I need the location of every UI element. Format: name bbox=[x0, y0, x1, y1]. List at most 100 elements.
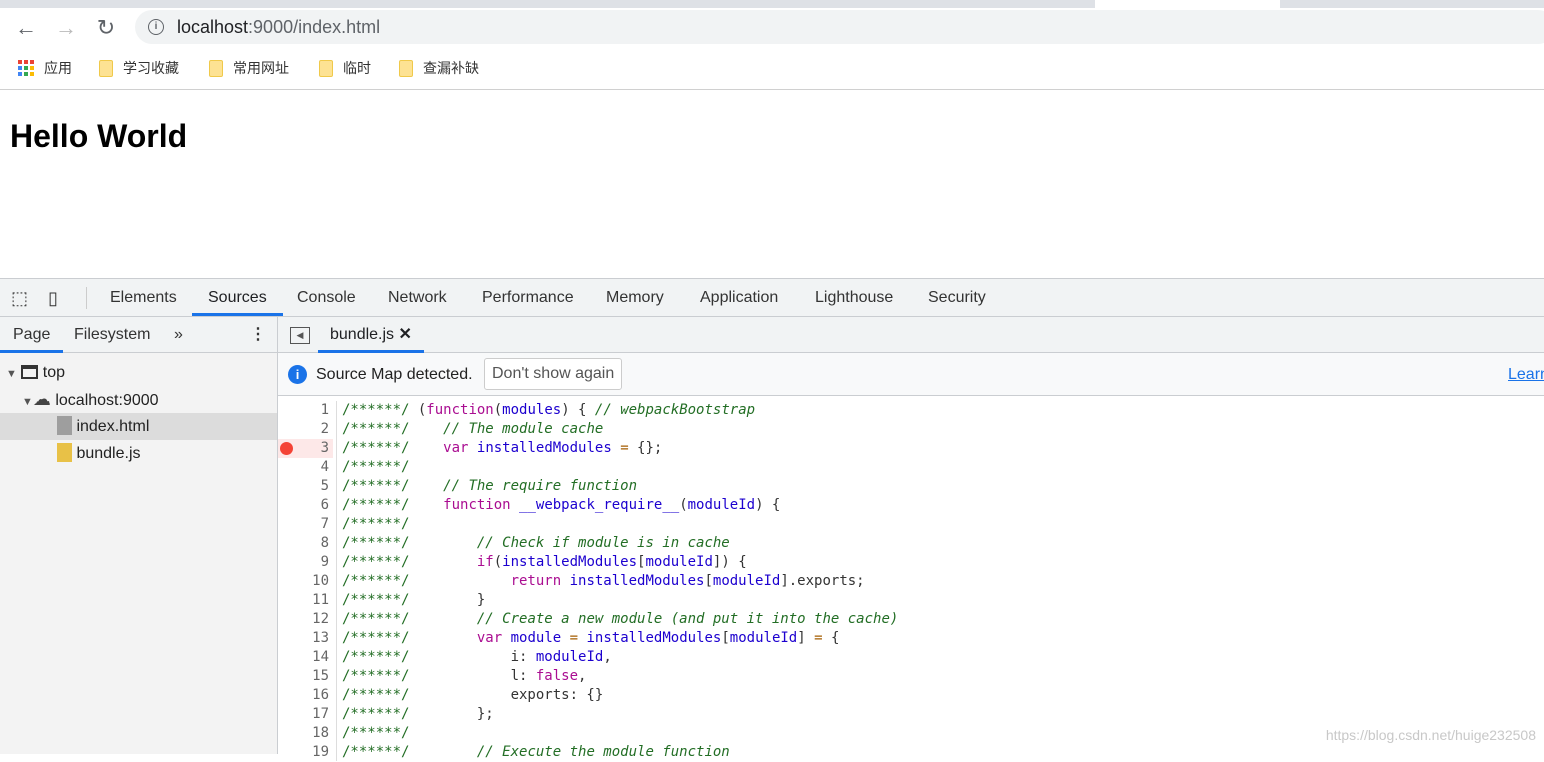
sourcemap-message: Source Map detected. bbox=[316, 366, 473, 383]
tree-item-index[interactable]: index.html bbox=[0, 413, 277, 440]
code-token: ]) { bbox=[712, 554, 747, 570]
code-line: 5 /******/ // The require function bbox=[278, 477, 1544, 496]
code-token: installedModules bbox=[586, 630, 722, 646]
code-token: , bbox=[578, 668, 587, 684]
tab-lighthouse[interactable]: Lighthouse bbox=[815, 279, 893, 316]
code-editor[interactable]: 1/******/ (function(modules) { // webpac… bbox=[278, 401, 1544, 762]
line-number[interactable]: 16 bbox=[278, 686, 333, 705]
code-token: l: bbox=[417, 668, 536, 684]
devtools-tabs: ⬚ ▯ Elements Sources Console Network Perform… bbox=[0, 279, 1544, 317]
menu-icon[interactable]: ⋮ bbox=[250, 317, 266, 353]
line-number[interactable]: 2 bbox=[278, 420, 333, 439]
tab-console[interactable]: Console bbox=[297, 279, 356, 316]
line-number[interactable]: 14 bbox=[278, 648, 333, 667]
more-tabs-icon[interactable]: » bbox=[174, 317, 183, 353]
back-icon[interactable]: ← bbox=[12, 14, 40, 42]
bookmark-folder[interactable]: 查漏补缺 bbox=[399, 58, 479, 78]
inspect-element-icon[interactable]: ⬚ bbox=[11, 279, 28, 316]
line-number[interactable]: 7 bbox=[278, 515, 333, 534]
line-number[interactable]: 15 bbox=[278, 667, 333, 686]
bookmark-folder[interactable]: 学习收藏 bbox=[99, 58, 179, 78]
tab-performance[interactable]: Performance bbox=[482, 279, 574, 316]
close-icon[interactable]: ✕ bbox=[399, 326, 412, 343]
tab-elements[interactable]: Elements bbox=[110, 279, 177, 316]
tab-security[interactable]: Security bbox=[928, 279, 986, 316]
line-number[interactable]: 8 bbox=[278, 534, 333, 553]
tree-item-bundle[interactable]: bundle.js bbox=[0, 440, 277, 467]
bookmark-apps[interactable]: 应用 bbox=[18, 58, 72, 78]
gutter-comment: /******/ bbox=[342, 668, 418, 684]
line-number[interactable]: 18 bbox=[278, 724, 333, 743]
code-text: /******/ // Create a new module (and put… bbox=[342, 610, 898, 629]
tab-application[interactable]: Application bbox=[700, 279, 778, 316]
tab-filesystem[interactable]: Filesystem bbox=[74, 317, 150, 353]
code-text: /******/ i: moduleId, bbox=[342, 648, 612, 667]
forward-icon[interactable]: → bbox=[52, 14, 80, 42]
line-number[interactable]: 6 bbox=[278, 496, 333, 515]
address-bar[interactable]: i localhost:9000/index.html bbox=[135, 10, 1544, 44]
expand-arrow-icon[interactable]: ▼ bbox=[6, 368, 17, 380]
frame-icon bbox=[21, 365, 39, 379]
bookmark-folder[interactable]: 常用网址 bbox=[209, 58, 289, 78]
active-browser-tab[interactable] bbox=[1095, 0, 1280, 8]
code-line: 15 /******/ l: false, bbox=[278, 667, 1544, 686]
gutter-comment: /******/ bbox=[342, 516, 418, 532]
code-text: /******/ var module = installedModules[m… bbox=[342, 629, 839, 648]
code-token: exports: {} bbox=[417, 687, 604, 703]
toggle-navigator-icon[interactable]: ◀ bbox=[290, 327, 310, 344]
expand-arrow-icon[interactable]: ▼ bbox=[22, 396, 33, 408]
breakpoint-icon[interactable] bbox=[280, 442, 293, 455]
tab-memory[interactable]: Memory bbox=[606, 279, 664, 316]
line-number[interactable]: 12 bbox=[278, 610, 333, 629]
line-number[interactable]: 10 bbox=[278, 572, 333, 591]
device-toolbar-icon[interactable]: ▯ bbox=[48, 279, 58, 316]
file-tabs: ◀ bundle.js ✕ bbox=[278, 317, 1544, 353]
info-icon[interactable]: i bbox=[148, 19, 164, 35]
code-token: // Check if module is in cache bbox=[476, 535, 730, 551]
code-token: moduleId bbox=[645, 554, 713, 570]
learn-more-link[interactable]: Learn bbox=[1508, 366, 1544, 384]
file-icon bbox=[57, 416, 72, 435]
line-number[interactable]: 13 bbox=[278, 629, 333, 648]
gutter-comment: /******/ bbox=[342, 535, 418, 551]
code-token: modules bbox=[502, 402, 562, 418]
bookmark-folder[interactable]: 临时 bbox=[319, 58, 371, 78]
code-token: , bbox=[603, 649, 612, 665]
code-line: 2 /******/ // The module cache bbox=[278, 420, 1544, 439]
devtools: ⬚ ▯ Elements Sources Console Network Perform… bbox=[0, 278, 1544, 761]
code-text: /******/ var installedModules = {}; bbox=[342, 439, 662, 458]
line-number[interactable]: 4 bbox=[278, 458, 333, 477]
code-line: 12 /******/ // Create a new module (and p… bbox=[278, 610, 1544, 629]
url-text[interactable]: localhost:9000/index.html bbox=[177, 17, 380, 38]
gutter-comment: /******/ bbox=[342, 440, 418, 456]
code-token: // Execute the module function bbox=[476, 744, 730, 760]
tree-item-host[interactable]: ▼☁ localhost:9000 bbox=[0, 386, 277, 413]
line-number[interactable]: 1 bbox=[278, 401, 333, 420]
reload-icon[interactable]: ↻ bbox=[92, 14, 120, 42]
code-line: 6 /******/ function __webpack_require__(m… bbox=[278, 496, 1544, 515]
code-text: /******/ // The require function bbox=[342, 477, 637, 496]
tab-network[interactable]: Network bbox=[388, 279, 447, 316]
code-line: 17 /******/ }; bbox=[278, 705, 1544, 724]
code-token: function bbox=[443, 497, 511, 513]
code-token: false bbox=[535, 668, 579, 684]
gutter-comment: /******/ bbox=[342, 573, 418, 589]
editor-pane: ◀ bundle.js ✕ i Source Map detected. Don… bbox=[278, 317, 1544, 761]
code-line: 8 /******/ // Check if module is in cache bbox=[278, 534, 1544, 553]
dont-show-again-button[interactable]: Don't show again bbox=[484, 358, 623, 390]
code-text: /******/ bbox=[342, 515, 418, 534]
file-tab-bundle[interactable]: bundle.js ✕ bbox=[318, 317, 424, 353]
tab-sources[interactable]: Sources bbox=[192, 279, 283, 316]
line-number[interactable]: 17 bbox=[278, 705, 333, 724]
gutter-comment: /******/ bbox=[342, 554, 418, 570]
line-number[interactable]: 5 bbox=[278, 477, 333, 496]
tree-item-top[interactable]: ▼ top bbox=[0, 359, 277, 386]
line-number[interactable]: 3 bbox=[278, 439, 333, 458]
code-token: [ bbox=[721, 630, 730, 646]
tab-page[interactable]: Page bbox=[0, 317, 64, 353]
line-number[interactable]: 11 bbox=[278, 591, 333, 610]
line-number[interactable]: 9 bbox=[278, 553, 333, 572]
code-token: = bbox=[620, 440, 629, 456]
